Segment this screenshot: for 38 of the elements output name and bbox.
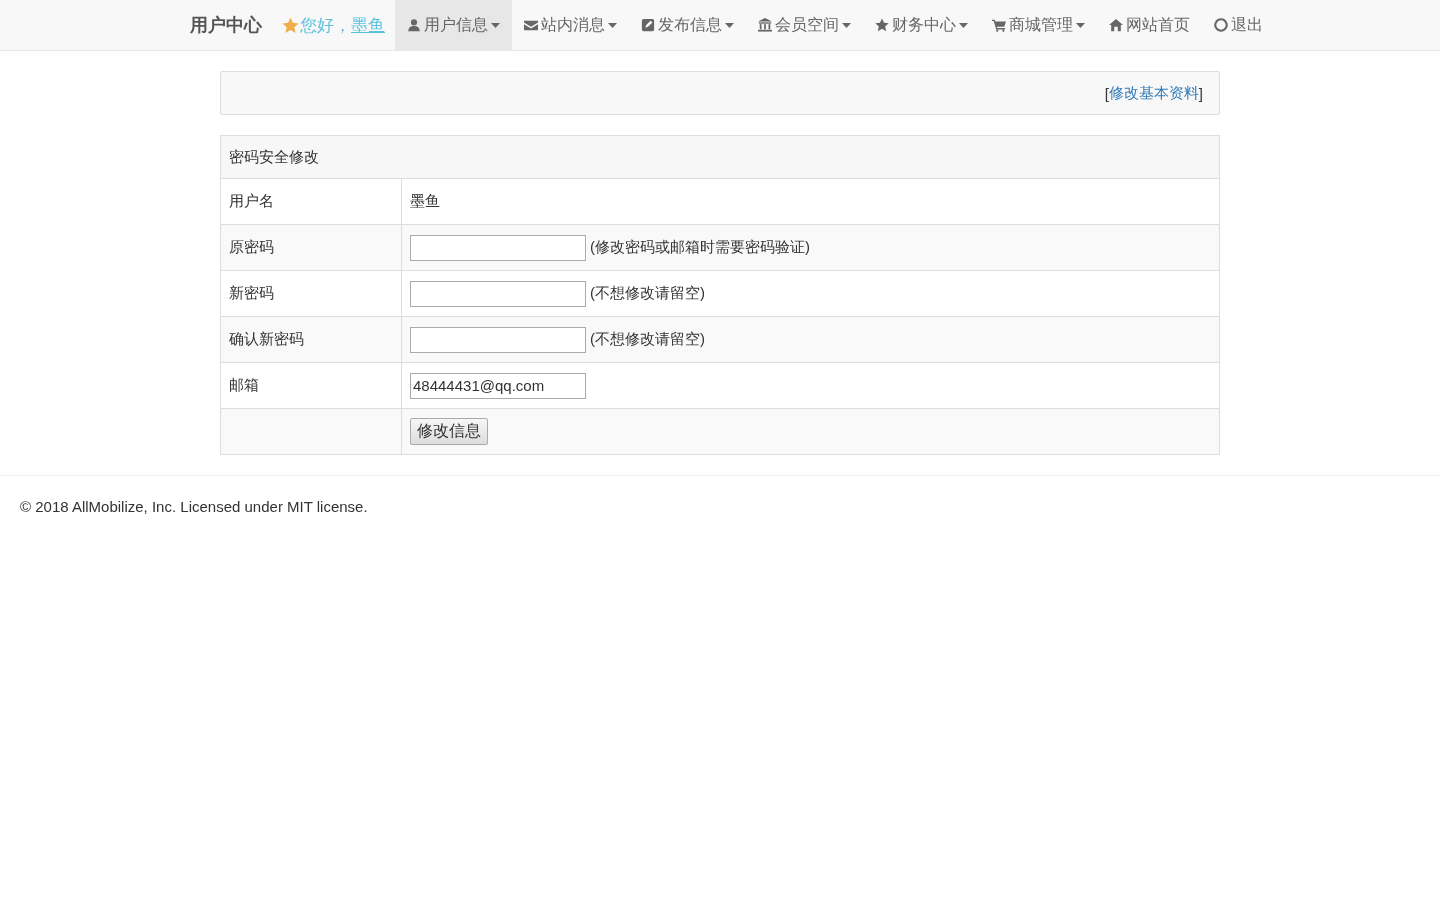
nav-menu-item[interactable]: 会员空间 (746, 0, 863, 50)
input-field[interactable] (410, 326, 586, 353)
nav-menu-item[interactable]: 商城管理 (980, 0, 1097, 50)
copyright-text: © 2018 AllMobilize, Inc. Licensed under MIT license. (20, 498, 368, 515)
power-icon (1214, 18, 1228, 32)
envelope-icon (524, 18, 538, 32)
input-field[interactable]: 48444431@qq.com (410, 372, 586, 399)
user-icon (407, 18, 421, 32)
form-title: 密码安全修改 (220, 135, 1220, 179)
greeting-text: 您好， (300, 14, 351, 37)
input-field[interactable] (410, 280, 586, 307)
field-label: 确认新密码 (220, 316, 402, 363)
star-icon (282, 16, 299, 34)
username-value: 墨鱼 (410, 192, 440, 209)
nav-menu-item[interactable]: 发布信息 (629, 0, 746, 50)
hint-text: (不想修改请留空) (590, 330, 705, 349)
hint-text: (不想修改请留空) (590, 284, 705, 303)
nav-menu-item[interactable]: 退出 (1202, 0, 1275, 50)
bank-icon (758, 18, 772, 32)
submit-button[interactable]: 修改信息 (410, 418, 488, 445)
field-label: 邮箱 (220, 362, 402, 409)
home-icon (1109, 18, 1123, 32)
field-label: 原密码 (220, 224, 402, 271)
pencil-square-icon (641, 18, 655, 32)
field-label: 用户名 (220, 178, 402, 225)
star-icon (875, 18, 889, 32)
bracket-text: ] (1198, 84, 1203, 102)
bracket-text: [ (1104, 84, 1109, 102)
nav-menu-item[interactable]: 用户信息 (395, 0, 512, 50)
field-label: 新密码 (220, 270, 402, 317)
input-field[interactable] (410, 234, 586, 261)
cart-icon (992, 18, 1006, 32)
edit-profile-link[interactable]: 修改基本资料 (1108, 83, 1199, 103)
nav-menu-item[interactable]: 站内消息 (512, 0, 629, 50)
brand-link[interactable]: 用户中心 (190, 0, 282, 50)
nav-menu-item[interactable]: 财务中心 (863, 0, 980, 50)
hint-text: (修改密码或邮箱时需要密码验证) (590, 238, 810, 257)
nav-menu-item[interactable]: 网站首页 (1097, 0, 1202, 50)
